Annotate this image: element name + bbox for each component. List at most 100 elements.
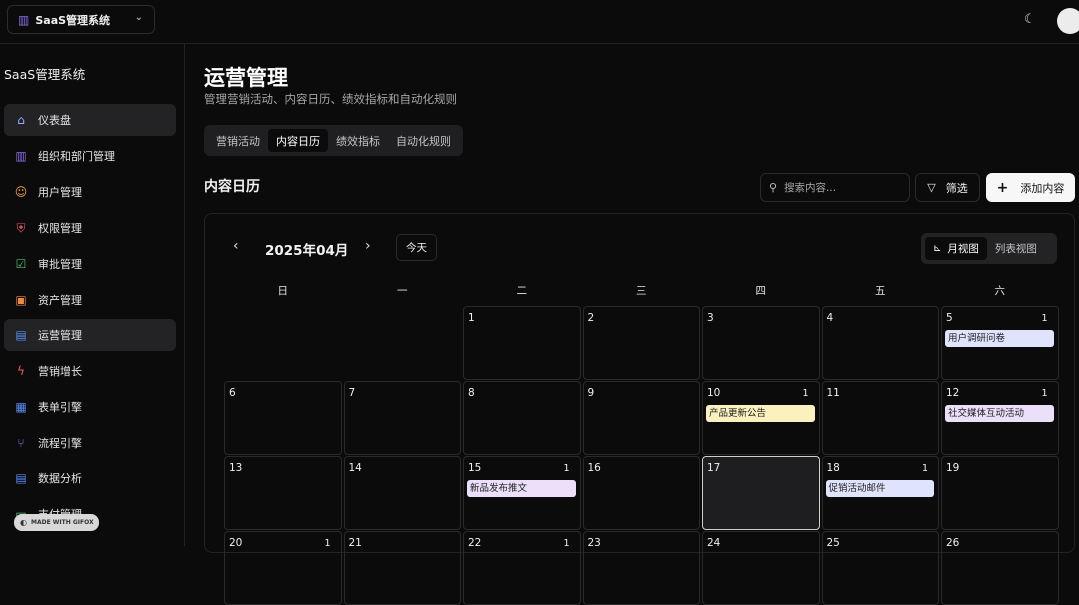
- day-number: 9: [587, 387, 595, 399]
- calendar-day-cell[interactable]: 3: [702, 306, 820, 380]
- git-branch-icon: ⑂: [17, 436, 25, 450]
- sidebar-item-1[interactable]: ▥ 组织和部门管理: [4, 140, 176, 172]
- view-toggle: ⊾ 月视图 列表视图: [921, 233, 1057, 264]
- day-number: 7: [348, 387, 356, 399]
- chevron-left-icon[interactable]: ‹: [233, 238, 239, 254]
- event-count-badge: 1: [802, 388, 809, 399]
- filter-button[interactable]: ▽ 筛选: [915, 173, 980, 202]
- list-view-button[interactable]: 列表视图: [987, 237, 1045, 260]
- tab-3[interactable]: 自动化规则: [388, 129, 459, 152]
- calendar-day-cell[interactable]: 11: [821, 381, 939, 455]
- calendar-day-cell[interactable]: 14: [343, 456, 461, 530]
- users-icon: ☺: [14, 185, 28, 199]
- sidebar-item-9[interactable]: ⑂ 流程引擎: [4, 427, 176, 459]
- calendar-day-cell[interactable]: 5 1 用户调研问卷: [941, 306, 1059, 380]
- add-content-button[interactable]: + 添加内容: [986, 173, 1075, 202]
- calendar-day-cell[interactable]: 20 1: [224, 531, 342, 605]
- calendar-day-cell[interactable]: 7: [343, 381, 461, 455]
- calendar-grid: 1 2 3 4 5 1 用户调研问卷 6 7 8 9 10 1 产品更新公告 11 12 1 社交媒体互动活动 13…: [223, 305, 1059, 605]
- calendar-day-cell[interactable]: 25: [821, 531, 939, 605]
- sidebar-item-4[interactable]: ☑ 审批管理: [4, 248, 176, 280]
- calendar: ‹ 2025年04月 › 今天 ⊾ 月视图 列表视图 日一二三四五六 12345…: [204, 213, 1075, 605]
- weekday-label: 三: [636, 285, 647, 297]
- moon-icon[interactable]: ☾: [1024, 12, 1036, 27]
- calendar-day-cell[interactable]: 4: [821, 306, 939, 380]
- workspace-switcher[interactable]: ▥ SaaS管理系统 ⌄: [7, 5, 155, 34]
- calendar-day-cell[interactable]: 19: [941, 456, 1059, 530]
- sidebar-item-6[interactable]: ▤ 运营管理: [4, 319, 176, 351]
- weekday-label: 二: [516, 285, 528, 297]
- sidebar-item-label: 营销增长: [38, 365, 82, 378]
- calendar-day-cell[interactable]: 9: [582, 381, 700, 455]
- month-view-button[interactable]: ⊾ 月视图: [925, 237, 987, 260]
- chevron-down-icon: ⌄: [134, 12, 143, 23]
- calendar-day-cell[interactable]: 21: [343, 531, 461, 605]
- calendar-day-cell[interactable]: 15 1 新品发布推文: [463, 456, 581, 530]
- sidebar-item-0[interactable]: ⌂ 仪表盘: [4, 104, 176, 136]
- tab-2[interactable]: 绩效指标: [328, 129, 388, 152]
- calendar-day-cell[interactable]: 16: [582, 456, 700, 530]
- tab-0[interactable]: 营销活动: [208, 129, 268, 152]
- tab-bar: 营销活动 内容日历 绩效指标 自动化规则: [204, 125, 463, 156]
- sidebar-item-label: 数据分析: [38, 472, 82, 485]
- avatar[interactable]: [1057, 8, 1079, 34]
- gifox-label: MADE WITH GIFOX: [30, 519, 94, 526]
- sidebar-item-label: 审批管理: [38, 258, 82, 271]
- day-number: 20: [229, 537, 243, 549]
- event-count-badge: 1: [1041, 313, 1048, 324]
- day-number: 23: [587, 537, 601, 549]
- month-label: 2025年04月: [265, 243, 349, 259]
- bar-chart-icon: ▤: [15, 328, 27, 342]
- search-input[interactable]: [784, 181, 895, 194]
- day-number: 16: [587, 462, 601, 474]
- weekday-label: 日: [277, 285, 289, 297]
- chevron-right-icon[interactable]: ›: [365, 238, 371, 254]
- calendar-day-cell[interactable]: 8: [463, 381, 581, 455]
- calendar-event[interactable]: 用户调研问卷: [945, 330, 1054, 347]
- calendar-event[interactable]: 社交媒体互动活动: [945, 405, 1054, 422]
- calendar-day-cell[interactable]: 22 1: [463, 531, 581, 605]
- day-number: 25: [826, 537, 840, 549]
- sidebar-item-label: 组织和部门管理: [38, 150, 115, 163]
- calendar-header: ‹ 2025年04月 › 今天 ⊾ 月视图 列表视图: [205, 214, 1074, 284]
- sidebar-item-5[interactable]: ▣ 资产管理: [4, 284, 176, 316]
- event-count-badge: 1: [921, 463, 929, 474]
- calendar-day-cell[interactable]: 26: [941, 531, 1059, 605]
- sidebar-item-10[interactable]: ▤ 数据分析: [4, 462, 176, 494]
- day-number: 22: [468, 537, 482, 549]
- calendar-day-cell[interactable]: 1: [463, 306, 581, 380]
- calendar-day-cell[interactable]: 12 1 社交媒体互动活动: [941, 381, 1059, 455]
- calendar-day-cell[interactable]: 6: [224, 381, 342, 455]
- today-button[interactable]: 今天: [396, 234, 437, 261]
- sidebar-item-label: 资产管理: [38, 294, 82, 307]
- sidebar-item-7[interactable]: ϟ 营销增长: [4, 355, 176, 387]
- calendar-event[interactable]: 产品更新公告: [706, 405, 815, 422]
- search-icon: ⚲: [769, 181, 778, 194]
- table-icon: ▦: [15, 400, 27, 414]
- search-box[interactable]: ⚲: [760, 173, 910, 202]
- sidebar-title: SaaS管理系统: [4, 67, 86, 82]
- calendar-event[interactable]: 新品发布推文: [467, 480, 576, 497]
- main-content: 运营管理 管理营销活动、内容日历、绩效指标和自动化规则 营销活动 内容日历 绩效指标…: [186, 44, 1079, 605]
- sidebar-item-8[interactable]: ▦ 表单引擎: [4, 391, 176, 423]
- event-count-badge: 1: [324, 538, 331, 549]
- add-content-label: 添加内容: [1020, 181, 1065, 195]
- day-number: 2: [587, 312, 595, 324]
- gifox-watermark: ◐ MADE WITH GIFOX: [14, 514, 99, 531]
- calendar-day-cell[interactable]: 10 1 产品更新公告: [702, 381, 820, 455]
- calendar-event[interactable]: 促销活动邮件: [825, 480, 934, 497]
- calendar-day-cell[interactable]: 13: [224, 456, 342, 530]
- event-count-badge: 1: [563, 463, 570, 474]
- calendar-day-cell[interactable]: 23: [582, 531, 700, 605]
- calendar-day-cell[interactable]: 24: [702, 531, 820, 605]
- calendar-chart-icon: ⊾: [933, 243, 942, 254]
- calendar-day-cell[interactable]: 18 1 促销活动邮件: [821, 456, 939, 530]
- day-number: 12: [946, 387, 960, 399]
- sidebar: SaaS管理系统 ⌂ 仪表盘 ▥ 组织和部门管理 ☺ 用户管理 ⛨ 权限管理 ☑ 审批管理 ▣ 资产管…: [0, 44, 185, 546]
- sidebar-item-2[interactable]: ☺ 用户管理: [4, 176, 176, 208]
- calendar-day-cell[interactable]: 2: [582, 306, 700, 380]
- tab-1[interactable]: 内容日历: [268, 129, 328, 152]
- sidebar-item-3[interactable]: ⛨ 权限管理: [4, 212, 176, 244]
- calendar-day-cell[interactable]: 17: [702, 456, 820, 530]
- weekday-label: 五: [875, 285, 886, 297]
